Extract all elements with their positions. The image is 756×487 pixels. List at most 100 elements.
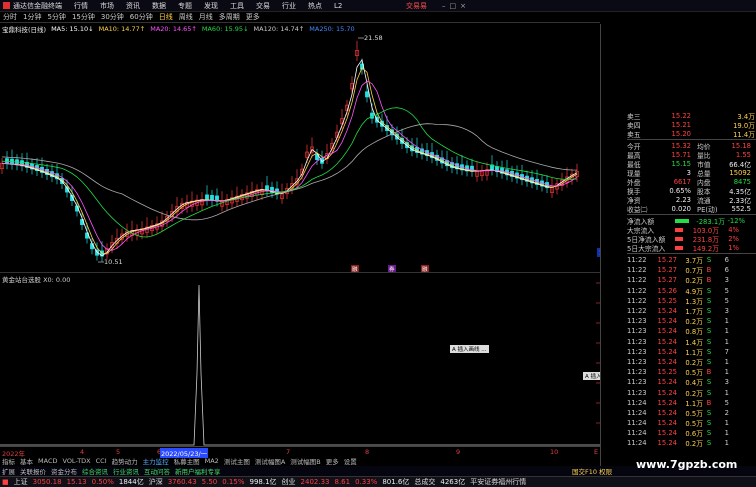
indicator-tab-12[interactable]: 更多 [326, 456, 339, 466]
period-tab-5[interactable]: 60分钟 [130, 12, 153, 22]
tick-price: 15.24 [657, 327, 677, 336]
menu-item-5[interactable]: 发现 [204, 1, 218, 11]
tick-count: 1 [724, 388, 729, 397]
window-controls: – □ × [438, 2, 466, 10]
tick-list[interactable]: 11:22 15.27 3.7万 S 6 11:22 15.27 0.7万 B 6 11:22 15.… [627, 255, 756, 449]
tick-direction: S [706, 347, 712, 356]
tick-count: 5 [724, 286, 729, 295]
tick-row-8: 11:23 15.24 1.4万 S 1 [627, 337, 756, 347]
indicator-tab-10[interactable]: 测试幅图A [255, 456, 285, 466]
indicator-tab-5[interactable]: 趋势动力 [112, 456, 138, 466]
info-tab-1[interactable]: 关联报价 [20, 466, 46, 476]
tick-row-13: 11:23 15.24 0.2万 S 1 [627, 387, 756, 398]
menu-item-7[interactable]: 交易 [256, 1, 270, 11]
quote-field-row-7: 收益㈡ 0.020 PE(动) 552.5 [627, 204, 756, 214]
close-icon[interactable]: × [460, 2, 466, 10]
tick-row-16: 11:24 15.24 0.5万 S 1 [627, 418, 756, 428]
tick-direction: S [706, 419, 712, 428]
sh-icon: ■ [2, 478, 9, 486]
tick-direction: S [706, 256, 712, 265]
tick-direction: S [706, 327, 712, 336]
tick-price: 15.24 [657, 307, 677, 316]
info-tab-4[interactable]: 行业资讯 [113, 466, 139, 476]
period-tab-7[interactable]: 周线 [179, 12, 193, 22]
period-tab-8[interactable]: 月线 [199, 12, 213, 22]
draw-tooltip-1[interactable]: A 插入画线 ... [450, 345, 489, 353]
period-tab-1[interactable]: 1分钟 [23, 12, 41, 22]
maximize-icon[interactable]: □ [450, 2, 457, 10]
trade-menu-active[interactable]: 交易易 [406, 1, 427, 11]
tick-price: 15.25 [657, 368, 677, 377]
indicator-tab-13[interactable]: 设置 [344, 456, 357, 466]
fund-flow-bar [675, 218, 689, 223]
indicator-tab-11[interactable]: 测试幅图B [290, 456, 320, 466]
kline-canvas[interactable]: 17.0016.0015.0014.0013.0012.0011.0021.58… [0, 24, 600, 272]
indicator-tab-3[interactable]: VOL-TDX [62, 457, 90, 465]
period-tab-4[interactable]: 30分钟 [101, 12, 124, 22]
indicator-tab-0[interactable]: 指标 [2, 456, 15, 466]
menu-item-10[interactable]: L2 [334, 2, 342, 10]
indicator-tab-9[interactable]: 测试主图 [224, 456, 250, 466]
indicator-tab-8[interactable]: MA2 [205, 457, 219, 465]
sh-value[interactable]: 3050.18 [33, 478, 62, 486]
indicator-tab-1[interactable]: 基本 [20, 456, 33, 466]
menu-item-2[interactable]: 资讯 [126, 1, 140, 11]
ask-label: 卖五 [627, 130, 641, 139]
f10-link[interactable]: 国交F10 权限 [572, 466, 612, 476]
minimize-icon[interactable]: – [442, 2, 446, 10]
tick-time: 11:22 [627, 307, 647, 316]
indicator-tab-7[interactable]: 私募主图 [174, 456, 200, 466]
tick-count: 6 [724, 266, 729, 275]
indicator-panel[interactable]: 黄金站台选股 X0: 0.00 A 插入画线 ... [0, 272, 600, 446]
ask-volume: 11.4万 [733, 130, 755, 139]
quote-field-value: 15.15 [671, 159, 691, 168]
site-watermark: www.7gpzb.com [636, 458, 738, 471]
total-value: 4263亿 [440, 478, 466, 486]
tick-count: 1 [724, 337, 729, 346]
tick-volume: 0.2万 [685, 318, 703, 327]
menu-item-1[interactable]: 市场 [100, 1, 114, 11]
period-tab-9[interactable]: 多周期 [219, 12, 240, 22]
period-tab-3[interactable]: 15分钟 [72, 12, 95, 22]
indicator-tab-6[interactable]: 主力监控 [143, 456, 169, 466]
menu-item-0[interactable]: 行情 [74, 1, 88, 11]
quote-field-value: 8475 [733, 177, 751, 186]
tick-time: 11:24 [627, 419, 647, 428]
tick-direction: B [706, 398, 712, 407]
quote-field-value: 6617 [673, 177, 691, 186]
cy-change: 8.61 [334, 478, 351, 486]
menu-item-3[interactable]: 数据 [152, 1, 166, 11]
tick-time: 11:23 [627, 368, 647, 377]
info-tab-6[interactable]: 新用户福利专享 [175, 466, 221, 476]
period-tab-6[interactable]: 日线 [159, 12, 173, 22]
tick-volume: 0.7万 [685, 267, 703, 276]
cy-value[interactable]: 2402.33 [301, 478, 330, 486]
indicator-tab-2[interactable]: MACD [38, 457, 57, 465]
quote-fields: 今开 15.32 均价 15.18 最高 15.71 量比 1.55 最低 15.15 市值 66.4… [627, 141, 756, 214]
info-tab-0[interactable]: 扩展 [2, 466, 15, 476]
tick-volume: 1.3万 [685, 297, 703, 306]
indicator-canvas[interactable] [0, 273, 600, 447]
menu-item-6[interactable]: 工具 [230, 1, 244, 11]
menu-item-4[interactable]: 专题 [178, 1, 192, 11]
sz-value[interactable]: 3760.43 [168, 478, 197, 486]
tick-row-4: 11:22 15.25 1.3万 S 5 [627, 296, 756, 306]
quote-panel: 卖三 15.22 3.4万 卖四 15.21 19.0万 卖五 15.20 11.4万 今开 15… [600, 24, 756, 466]
period-tab-10[interactable]: 更多 [246, 12, 260, 22]
period-tab-2[interactable]: 5分钟 [47, 12, 65, 22]
info-tab-2[interactable]: 资金分布 [51, 466, 77, 476]
fund-flow-percent: 4% [728, 225, 739, 234]
tick-volume: 0.2万 [685, 277, 703, 286]
info-tab-5[interactable]: 互动问答 [144, 466, 170, 476]
menu-item-8[interactable]: 行业 [282, 1, 296, 11]
tick-time: 11:22 [627, 296, 647, 305]
indicator-tab-4[interactable]: CCI [96, 457, 107, 465]
quote-field-label: PE(动) [697, 205, 718, 214]
time-axis-label-7: 9 [456, 448, 461, 456]
period-tab-0[interactable]: 分时 [3, 12, 17, 22]
ask-row-2[interactable]: 卖五 15.20 11.4万 [627, 129, 756, 139]
menu-item-9[interactable]: 热点 [308, 1, 322, 11]
info-tab-3[interactable]: 综合资讯 [82, 466, 108, 476]
kline-chart[interactable]: 宝鼎科技(日线) MA5: 15.10↓ MA10: 14.77↑ MA20: 14… [0, 24, 600, 272]
tick-row-18: 11:24 15.24 0.2万 S 1 [627, 438, 756, 448]
